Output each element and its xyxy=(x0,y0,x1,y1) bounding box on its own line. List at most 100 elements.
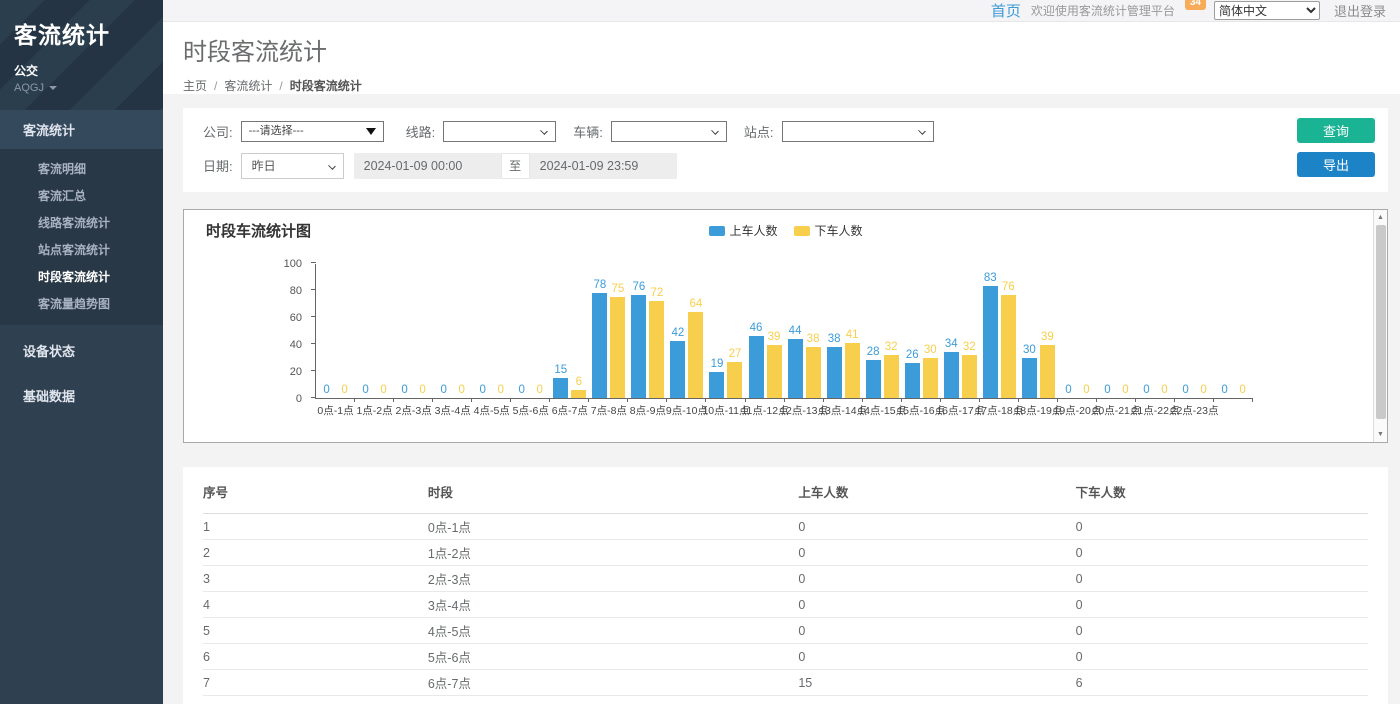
bar-value-label: 0 xyxy=(458,384,464,396)
sidebar-item-line-stats[interactable]: 线路客流统计 xyxy=(0,209,163,236)
bar-value-label: 0 xyxy=(1161,384,1167,396)
line-select[interactable] xyxy=(443,121,556,142)
bar-上车人数: 0 xyxy=(358,384,373,398)
legend-item-下车人数[interactable]: 下车人数 xyxy=(794,222,863,239)
filter-row-2: 日期: 昨日 2024-01-09 00:00 至 2024-01-09 23:… xyxy=(203,152,1388,179)
chart-scrollbar[interactable]: ▲ ▼ xyxy=(1373,210,1387,442)
table-cell: 0 xyxy=(1076,514,1368,540)
breadcrumb-separator: / xyxy=(279,79,282,93)
chart-legend: 上车人数下车人数 xyxy=(708,222,862,239)
home-link[interactable]: 首页 xyxy=(991,0,1021,21)
bar-value-label: 39 xyxy=(768,331,781,343)
table-cell: 2点-3点 xyxy=(428,566,798,592)
x-axis-label: 6点-7点 xyxy=(552,403,588,418)
legend-item-上车人数[interactable]: 上车人数 xyxy=(708,222,777,239)
x-axis-label: 3点-4点 xyxy=(435,403,471,418)
bar-value-label: 64 xyxy=(690,298,703,310)
station-select[interactable] xyxy=(782,121,934,142)
bar-value-label: 46 xyxy=(750,322,763,334)
bar xyxy=(592,293,607,398)
date-preset-select[interactable]: 昨日 xyxy=(241,153,344,179)
bar-value-label: 0 xyxy=(1200,384,1206,396)
bar-value-label: 0 xyxy=(380,384,386,396)
scrollbar-up-arrow-icon[interactable]: ▲ xyxy=(1374,211,1387,224)
table-body: 10点-1点0021点-2点0032点-3点0043点-4点0054点-5点00… xyxy=(203,514,1368,696)
table-cell: 15 xyxy=(798,670,1075,696)
sidebar-item-device-status[interactable]: 设备状态 xyxy=(0,331,163,370)
export-button[interactable]: 导出 xyxy=(1297,152,1375,177)
bar xyxy=(806,347,821,398)
table-row: 65点-6点00 xyxy=(203,644,1368,670)
date-to-input[interactable]: 2024-01-09 23:59 xyxy=(530,153,677,179)
bar-group: 78757点-8点 xyxy=(589,264,628,398)
caret-down-icon xyxy=(49,86,57,90)
y-axis-label: 100 xyxy=(264,258,302,270)
app-window: 客流统计 公交 AQGJ 客流统计 客流明细 客流汇总 线路客流统计 站点客流统… xyxy=(0,0,1400,704)
vehicle-select[interactable] xyxy=(611,121,727,142)
sidebar-brand: 客流统计 公交 AQGJ xyxy=(0,0,163,110)
query-button[interactable]: 查询 xyxy=(1297,118,1375,143)
chart-y-axis: 020406080100 xyxy=(272,264,310,399)
bar-group: 192710点-11点 xyxy=(706,264,745,398)
main-area: 首页 欢迎使用客流统计管理平台 34 简体中文 退出登录 时段客流统计 主页/客… xyxy=(163,0,1400,704)
bar xyxy=(749,336,764,398)
bar-value-label: 0 xyxy=(401,384,407,396)
bar-value-label: 0 xyxy=(1122,384,1128,396)
table-cell: 0 xyxy=(1076,618,1368,644)
scrollbar-thumb[interactable] xyxy=(1376,225,1386,419)
bar-value-label: 32 xyxy=(885,341,898,353)
bar-value-label: 34 xyxy=(945,338,958,350)
y-axis-label: 20 xyxy=(264,366,302,378)
bar-value-label: 0 xyxy=(1083,384,1089,396)
bar-下车人数: 6 xyxy=(571,376,586,398)
x-axis-label: 2点-3点 xyxy=(396,403,432,418)
sidebar-item-base-data[interactable]: 基础数据 xyxy=(0,376,163,415)
table-cell: 0 xyxy=(798,566,1075,592)
bar-value-label: 6 xyxy=(576,376,582,388)
bar-value-label: 83 xyxy=(984,272,997,284)
bar-上车人数: 19 xyxy=(709,358,724,398)
sidebar-item-passenger-detail[interactable]: 客流明细 xyxy=(0,155,163,182)
bar-value-label: 0 xyxy=(498,384,504,396)
company-select[interactable]: ---请选择--- xyxy=(241,121,384,142)
bar-group: 443812点-13点 xyxy=(785,264,824,398)
scrollbar-down-arrow-icon[interactable]: ▼ xyxy=(1374,428,1387,441)
bar-value-label: 0 xyxy=(1143,384,1149,396)
content: 公司: ---请选择--- 线路: 车辆: 站点: xyxy=(163,94,1400,704)
bar-value-label: 0 xyxy=(341,384,347,396)
bar-下车人数: 0 xyxy=(454,384,469,398)
sidebar-item-passenger-stats[interactable]: 客流统计 xyxy=(0,110,163,149)
language-select[interactable]: 简体中文 xyxy=(1214,1,1320,20)
table-cell: 0 xyxy=(1076,592,1368,618)
date-range-to-label: 至 xyxy=(501,153,530,179)
notification-badge[interactable]: 34 xyxy=(1185,0,1206,10)
bar-上车人数: 0 xyxy=(397,384,412,398)
y-axis-label: 0 xyxy=(264,393,302,405)
date-from-input[interactable]: 2024-01-09 00:00 xyxy=(354,153,501,179)
sidebar-item-period-stats[interactable]: 时段客流统计 xyxy=(0,263,163,290)
bar xyxy=(866,360,881,398)
sidebar-item-passenger-summary[interactable]: 客流汇总 xyxy=(0,182,163,209)
org-code-dropdown[interactable]: AQGJ xyxy=(14,82,149,94)
bar-上车人数: 28 xyxy=(866,346,881,398)
dropdown-arrow-icon xyxy=(366,128,376,135)
sidebar-item-trend-chart[interactable]: 客流量趋势图 xyxy=(0,290,163,317)
welcome-text: 欢迎使用客流统计管理平台 xyxy=(1031,2,1175,19)
table-cell: 0 xyxy=(798,644,1075,670)
bar-下车人数: 0 xyxy=(376,384,391,398)
bar-value-label: 30 xyxy=(924,344,937,356)
org-code-label: AQGJ xyxy=(14,82,44,94)
topbar: 首页 欢迎使用客流统计管理平台 34 简体中文 退出登录 xyxy=(163,0,1400,22)
bar xyxy=(962,355,977,398)
bar-下车人数: 0 xyxy=(1079,384,1094,398)
breadcrumb-passenger-stats[interactable]: 客流统计 xyxy=(224,79,272,93)
table-cell: 6 xyxy=(1076,670,1368,696)
bar-value-label: 39 xyxy=(1041,331,1054,343)
breadcrumb-home[interactable]: 主页 xyxy=(183,79,207,93)
x-axis-label: 7点-8点 xyxy=(591,403,627,418)
logout-link[interactable]: 退出登录 xyxy=(1334,1,1386,20)
y-axis-tick xyxy=(311,262,316,263)
bar-下车人数: 0 xyxy=(1235,384,1250,398)
sidebar-item-station-stats[interactable]: 站点客流统计 xyxy=(0,236,163,263)
bar-上车人数: 15 xyxy=(553,364,568,398)
